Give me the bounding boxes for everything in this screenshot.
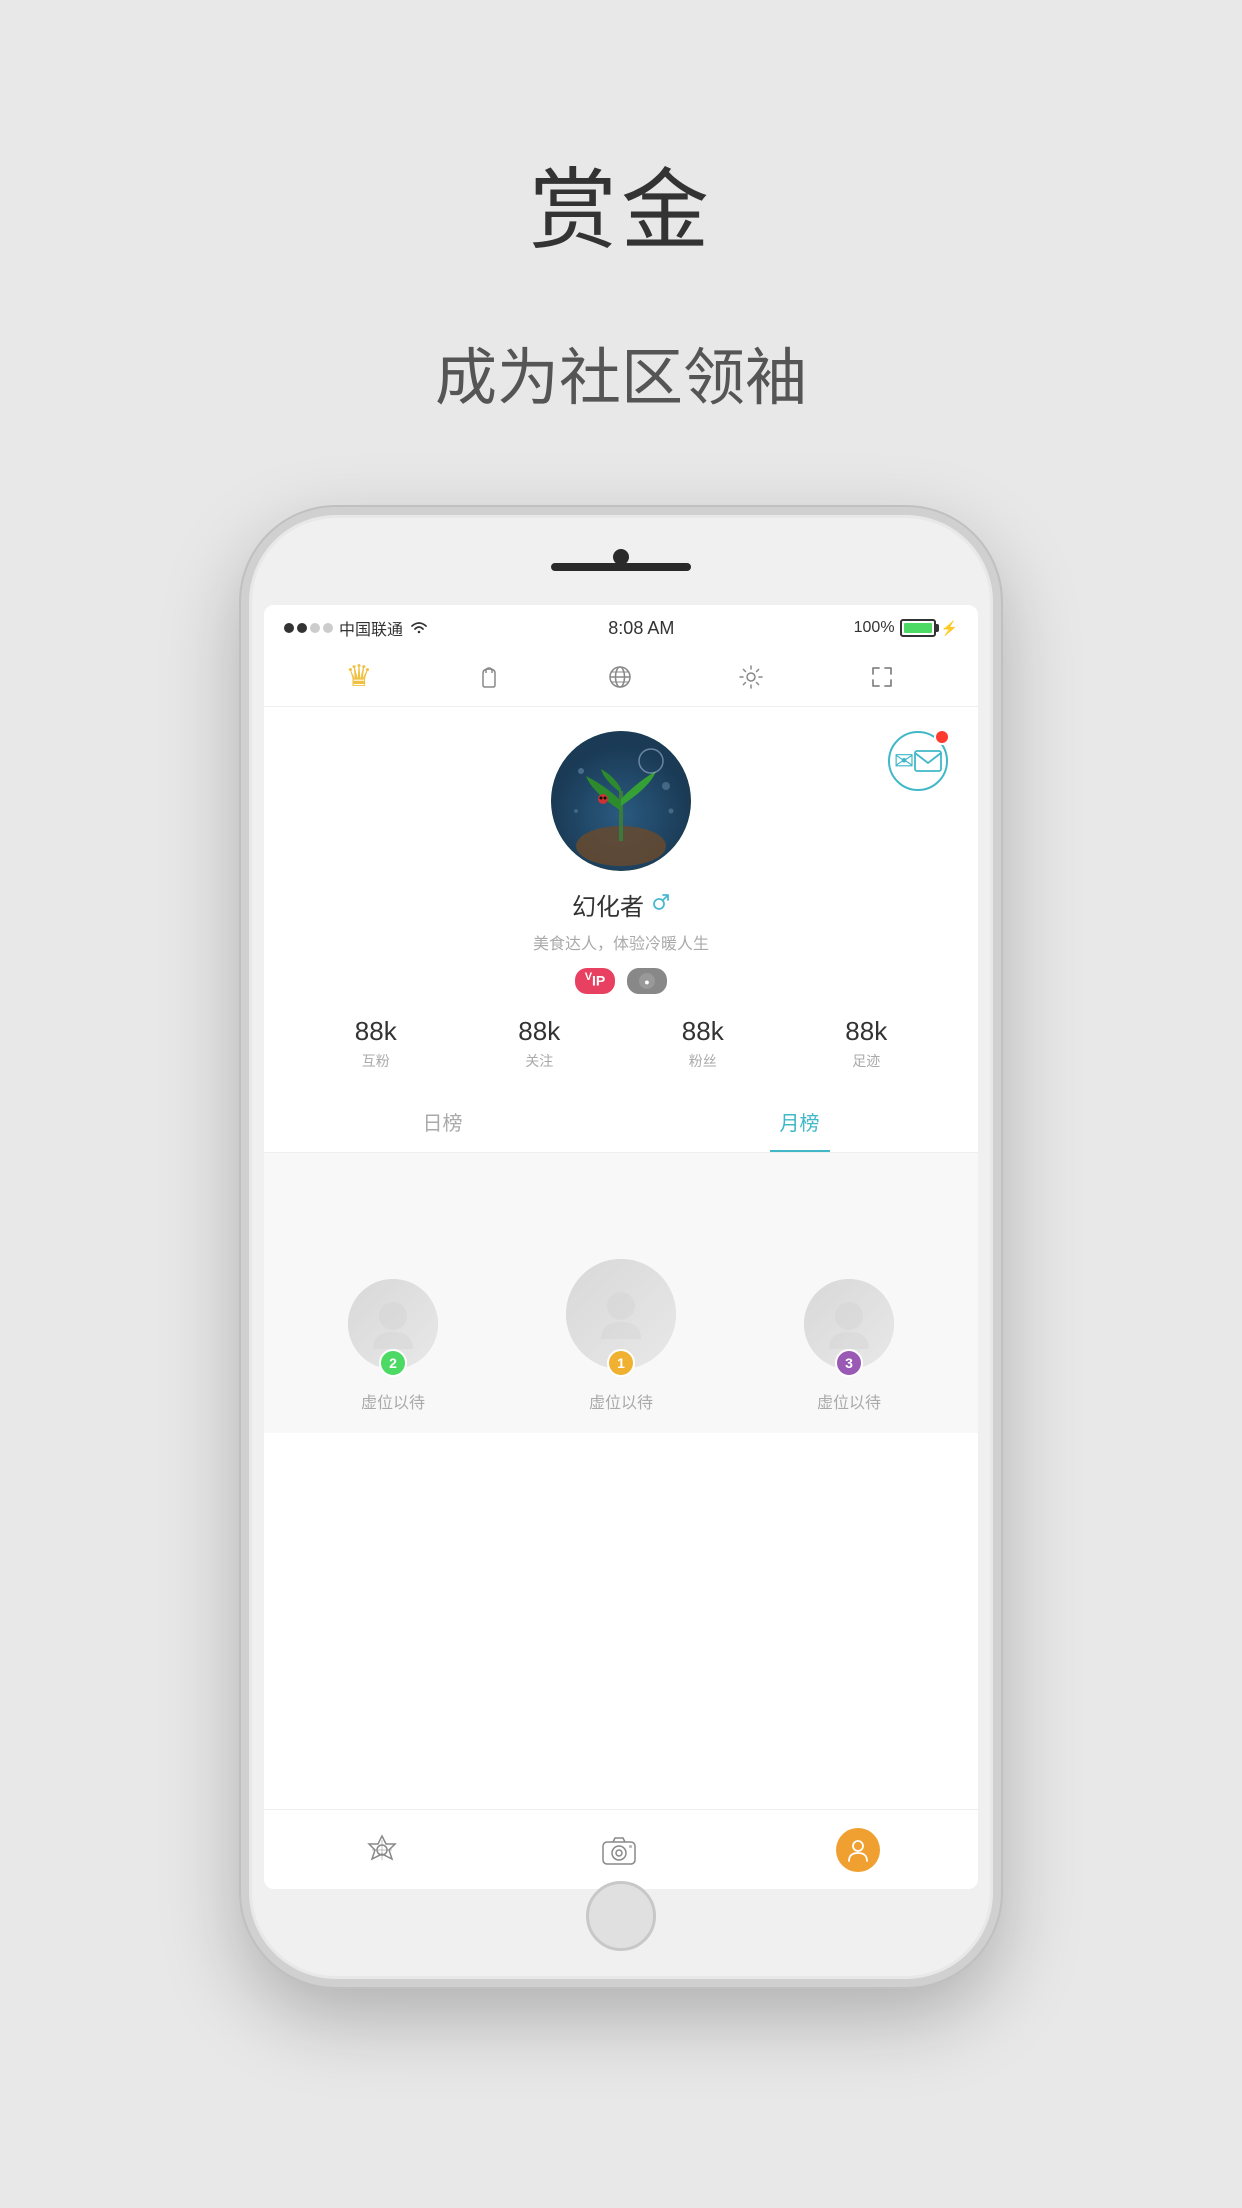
page-subtitle: 成为社区领袖 [435,327,807,417]
following-label: 关注 [525,1051,553,1071]
ranking-tabs: 日榜 月榜 [264,1091,978,1153]
bag-icon [475,663,503,691]
rank-name-3: 虚位以待 [817,1389,881,1413]
status-right: 100% ⚡ [854,619,958,637]
gender-icon [652,893,670,916]
rank-avatar-1: 1 [566,1259,676,1369]
rank-name-2: 虚位以待 [361,1389,425,1413]
wifi-icon [409,620,429,636]
stat-followers[interactable]: 88k 粉丝 [682,1016,724,1071]
level-badge: ● [627,968,667,994]
message-button[interactable] [888,731,948,791]
signal-dot-3 [310,623,320,633]
rank-item-3[interactable]: 3 虚位以待 [804,1279,894,1413]
tab-monthly[interactable]: 月榜 [621,1091,978,1152]
followers-label: 粉丝 [689,1051,717,1071]
tab-daily[interactable]: 日榜 [264,1091,621,1152]
stats-row: 88k 互粉 88k 关注 88k 粉丝 88k 足迹 [284,1016,958,1071]
mutual-follow-label: 互粉 [362,1051,390,1071]
rank-avatar-2: 2 [348,1279,438,1369]
rank-badge-2: 2 [379,1349,407,1377]
stat-footprints[interactable]: 88k 足迹 [845,1016,887,1071]
home-icon [362,1830,402,1870]
nav-icons-row: ♛ [264,647,978,707]
charging-icon: ⚡ [941,620,958,637]
message-badge [934,729,950,745]
scan-nav-item[interactable] [868,663,896,691]
settings-nav-item[interactable] [737,663,765,691]
profile-section: 幻化者 美食达人，体验冷暖人生 VIP [264,707,978,1091]
home-button[interactable] [586,1881,656,1951]
followers-count: 88k [682,1016,724,1047]
ranking-section: 2 虚位以待 1 虚位以待 [264,1153,978,1433]
stat-mutual-follow[interactable]: 88k 互粉 [355,1016,397,1071]
user-bio: 美食达人，体验冷暖人生 [533,930,709,954]
stat-following[interactable]: 88k 关注 [518,1016,560,1071]
crown-nav-item[interactable]: ♛ [346,659,373,694]
page-title: 赏金 [529,140,713,267]
username: 幻化者 [572,887,670,922]
rank-badge-3: 3 [835,1349,863,1377]
footprints-label: 足迹 [852,1051,880,1071]
bottom-tab-bar [264,1809,978,1889]
volume-down-button [241,955,249,1035]
profile-icon [836,1828,880,1872]
bottom-tab-home[interactable] [362,1830,402,1870]
signal-strength [284,623,333,633]
phone-mockup: 中国联通 8:08 AM 100% ⚡ [241,507,1001,1987]
rank-item-2[interactable]: 2 虚位以待 [348,1279,438,1413]
envelope-icon [914,750,942,772]
phone-screen: 中国联通 8:08 AM 100% ⚡ [264,605,978,1889]
mute-button [241,775,249,825]
rank-avatar-3: 3 [804,1279,894,1369]
speaker [551,563,691,571]
mutual-follow-count: 88k [355,1016,397,1047]
battery-fill [904,623,932,633]
bottom-tab-camera[interactable] [599,1830,639,1870]
rank-item-1[interactable]: 1 虚位以待 [566,1259,676,1413]
volume-up-button [241,855,249,935]
signal-dot-2 [297,623,307,633]
rank-badge-1: 1 [607,1349,635,1377]
crown-icon: ♛ [346,659,373,694]
settings-icon [737,663,765,691]
signal-dot-4 [323,623,333,633]
battery-box [900,619,936,637]
avatar-image [551,731,691,871]
following-count: 88k [518,1016,560,1047]
footprints-count: 88k [845,1016,887,1047]
battery-percent: 100% [854,619,895,637]
rank-name-1: 虚位以待 [589,1389,653,1413]
power-button [993,895,1001,1015]
svg-text:●: ● [645,977,650,987]
carrier-name: 中国联通 [339,616,403,640]
scan-icon [868,663,896,691]
globe-nav-item[interactable] [606,663,634,691]
status-left: 中国联通 [284,616,429,640]
signal-dot-1 [284,623,294,633]
user-avatar[interactable] [551,731,691,871]
status-bar: 中国联通 8:08 AM 100% ⚡ [264,605,978,647]
bag-nav-item[interactable] [475,663,503,691]
battery-indicator [900,619,936,637]
camera-icon [599,1830,639,1870]
bottom-tab-profile[interactable] [836,1828,880,1872]
vip-badge: VIP [575,968,616,994]
user-badges: VIP ● [575,968,668,994]
status-time: 8:08 AM [608,618,674,639]
globe-icon [606,663,634,691]
